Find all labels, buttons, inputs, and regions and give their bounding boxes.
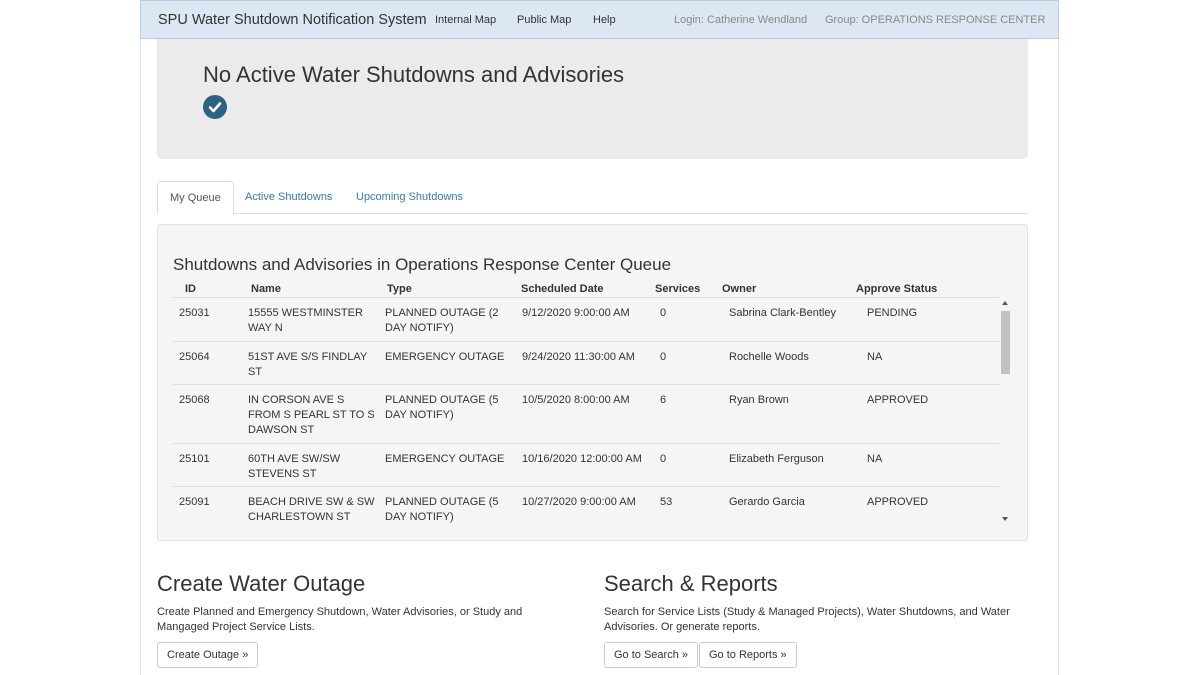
cell-approve-status: NA — [867, 351, 883, 363]
cell-id: 25031 — [179, 307, 210, 319]
cell-owner: Gerardo Garcia — [729, 496, 805, 508]
cell-services: 0 — [660, 351, 667, 363]
cell-name: 60TH AVE SW/SW STEVENS ST — [248, 453, 341, 480]
cell-type: PLANNED OUTAGE (2 DAY NOTIFY) — [385, 307, 499, 334]
cell-approve-status: APPROVED — [867, 496, 929, 508]
scroll-thumb[interactable] — [1001, 311, 1010, 374]
cell-owner: Ryan Brown — [729, 394, 789, 406]
column-header-id: ID — [185, 283, 196, 295]
table-row[interactable]: 25091 BEACH DRIVE SW & SW CHARLESTOWN ST… — [173, 487, 999, 523]
cell-scheduled-date: 10/5/2020 8:00:00 AM — [522, 394, 630, 406]
queue-panel: Shutdowns and Advisories in Operations R… — [157, 224, 1028, 541]
table-scrollbar[interactable] — [1000, 301, 1011, 523]
cell-id: 25068 — [179, 394, 210, 406]
create-outage-heading: Create Water Outage — [157, 571, 366, 596]
cell-approve-status: PENDING — [867, 307, 918, 319]
cell-type: EMERGENCY OUTAGE — [385, 351, 505, 363]
cell-approve-status: APPROVED — [867, 394, 929, 406]
brand-link[interactable]: SPU Water Shutdown Notification System — [158, 12, 427, 28]
cell-owner: Elizabeth Ferguson — [729, 453, 824, 465]
cell-type: EMERGENCY OUTAGE — [385, 453, 505, 465]
tab-active-shutdowns[interactable]: Active Shutdowns — [233, 181, 344, 214]
cell-name: 15555 WESTMINSTER WAY N — [248, 307, 363, 334]
create-outage-button[interactable]: Create Outage » — [157, 642, 259, 668]
status-banner: No Active Water Shutdowns and Advisories — [157, 39, 1028, 159]
cell-approve-status: NA — [867, 453, 883, 465]
search-reports-heading: Search & Reports — [604, 571, 778, 596]
cell-id: 25064 — [179, 351, 210, 363]
cell-name: IN CORSON AVE S FROM S PEARL ST TO S DAW… — [248, 394, 375, 436]
cell-id: 25101 — [179, 453, 210, 465]
queue-title: Shutdowns and Advisories in Operations R… — [173, 255, 672, 274]
column-header-name: Name — [251, 283, 281, 295]
table-row[interactable]: 25101 60TH AVE SW/SW STEVENS ST EMERGENC… — [173, 444, 999, 487]
column-header-owner: Owner — [722, 283, 757, 295]
scroll-down-arrow-icon[interactable] — [1002, 517, 1008, 521]
login-label: Login: Catherine Wendland — [674, 14, 808, 26]
queue-table: 25031 15555 WESTMINSTER WAY N PLANNED OU… — [173, 298, 999, 523]
cell-type: PLANNED OUTAGE (5 DAY NOTIFY) — [385, 394, 499, 421]
cell-id: 25091 — [179, 496, 210, 508]
top-navbar: SPU Water Shutdown Notification System I… — [140, 0, 1059, 39]
cell-name: BEACH DRIVE SW & SW CHARLESTOWN ST — [248, 496, 375, 523]
search-reports-description: Search for Service Lists (Study & Manage… — [604, 606, 1010, 633]
cell-scheduled-date: 10/27/2020 9:00:00 AM — [522, 496, 636, 508]
cell-name: 51ST AVE S/S FINDLAY ST — [248, 351, 368, 378]
nav-internal-map[interactable]: Internal Map — [435, 14, 496, 26]
scroll-up-arrow-icon[interactable] — [1002, 301, 1008, 305]
create-outage-description: Create Planned and Emergency Shutdown, W… — [157, 606, 523, 633]
cell-services: 53 — [660, 496, 673, 508]
column-header-services: Services — [655, 283, 701, 295]
nav-public-map[interactable]: Public Map — [517, 14, 571, 26]
column-header-type: Type — [387, 283, 412, 295]
group-label: Group: OPERATIONS RESPONSE CENTER — [825, 14, 1046, 26]
tab-my-queue[interactable]: My Queue — [157, 181, 234, 215]
column-header-approve-status: Approve Status — [856, 283, 938, 295]
cell-owner: Rochelle Woods — [729, 351, 809, 363]
cell-scheduled-date: 9/12/2020 9:00:00 AM — [522, 307, 630, 319]
banner-title: No Active Water Shutdowns and Advisories — [203, 62, 625, 87]
tab-upcoming-shutdowns[interactable]: Upcoming Shutdowns — [344, 181, 475, 214]
cell-scheduled-date: 9/24/2020 11:30:00 AM — [522, 351, 635, 363]
go-to-reports-button[interactable]: Go to Reports » — [699, 642, 797, 668]
column-header-scheduled-date: Scheduled Date — [521, 283, 604, 295]
table-row[interactable]: 25068 IN CORSON AVE S FROM S PEARL ST TO… — [173, 385, 999, 444]
go-to-search-button[interactable]: Go to Search » — [604, 642, 698, 668]
cell-owner: Sabrina Clark-Bentley — [729, 307, 836, 319]
queue-tabs: My Queue Active Shutdowns Upcoming Shutd… — [157, 181, 1028, 215]
nav-help[interactable]: Help — [593, 14, 616, 26]
table-row[interactable]: 25064 51ST AVE S/S FINDLAY ST EMERGENCY … — [173, 342, 999, 385]
cell-scheduled-date: 10/16/2020 12:00:00 AM — [522, 453, 642, 465]
check-circle-icon — [203, 95, 227, 119]
table-row[interactable]: 25031 15555 WESTMINSTER WAY N PLANNED OU… — [173, 298, 999, 342]
cell-services: 0 — [660, 453, 667, 465]
cell-services: 6 — [660, 394, 667, 406]
cell-services: 0 — [660, 307, 667, 319]
cell-type: PLANNED OUTAGE (5 DAY NOTIFY) — [385, 496, 499, 523]
